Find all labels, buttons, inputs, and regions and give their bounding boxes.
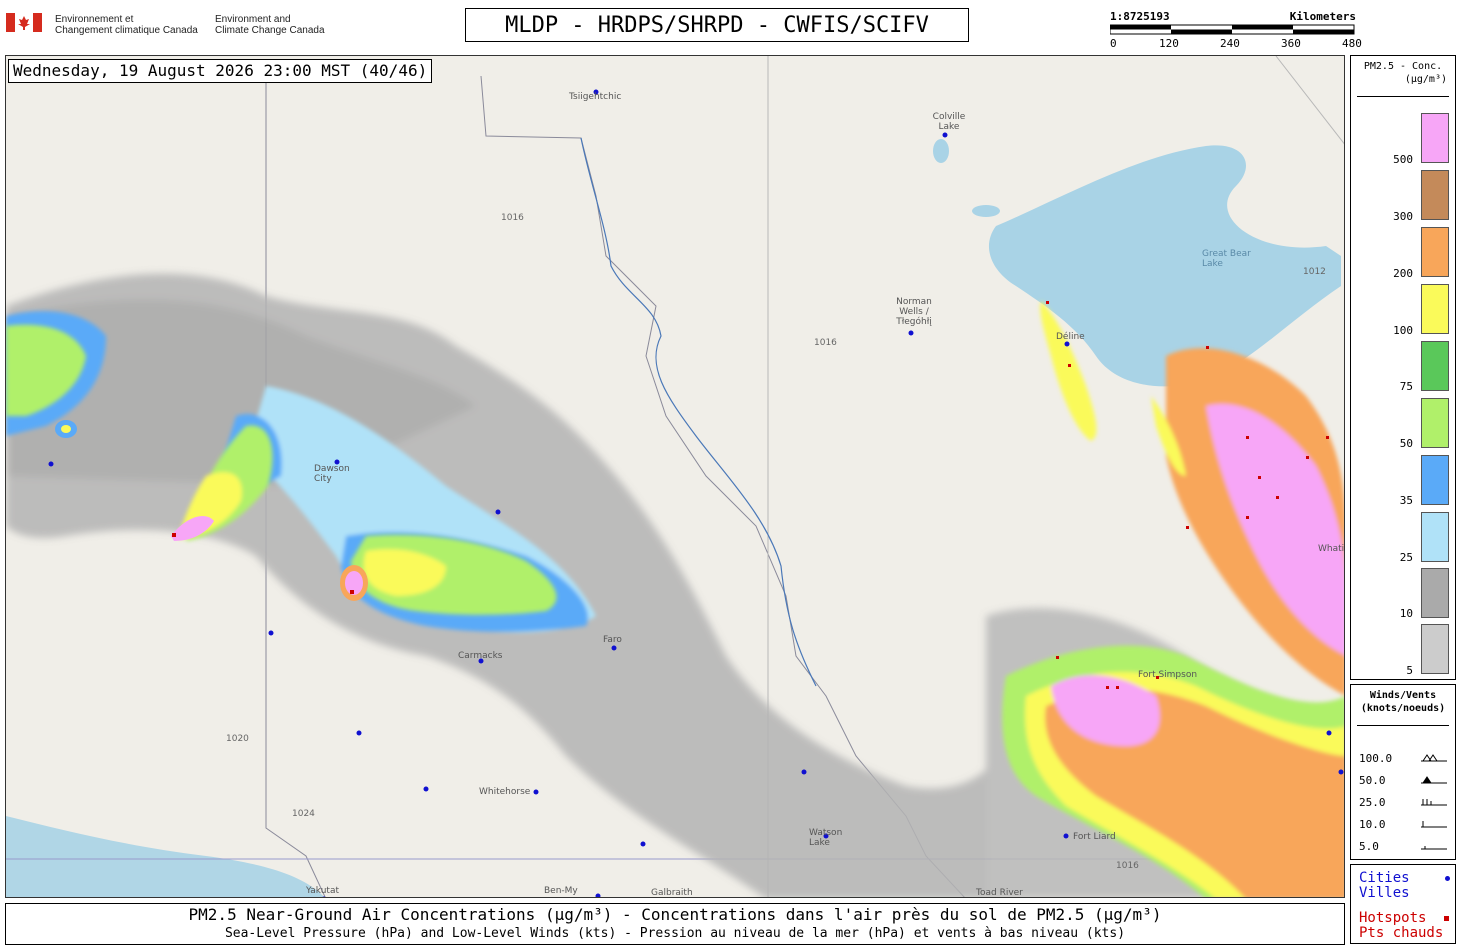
place-label: Déline xyxy=(1056,332,1085,342)
legend-tick: 35 xyxy=(1399,494,1413,507)
page-title: MLDP - HRDPS/SHRPD - CWFIS/SCIFV xyxy=(465,8,969,42)
pm25-legend: PM2.5 - Conc. (µg/m³) 500 300 200 100 75… xyxy=(1350,55,1456,680)
footer-caption: PM2.5 Near-Ground Air Concentrations (µg… xyxy=(5,903,1345,945)
wind-value: 50.0 xyxy=(1359,774,1386,787)
place-label: Watson Lake xyxy=(809,828,843,848)
place-label: Fort Simpson xyxy=(1138,670,1198,680)
caption-line-1: PM2.5 Near-Ground Air Concentrations (µg… xyxy=(188,905,1162,924)
map-canvas[interactable] xyxy=(6,56,1345,898)
isobar-label: 1012 xyxy=(1303,267,1326,277)
legend-swatch-lightgray xyxy=(1421,624,1449,674)
wind-value: 5.0 xyxy=(1359,840,1379,853)
legend-tick: 300 xyxy=(1393,210,1413,223)
isobar-label: 1024 xyxy=(292,809,315,819)
place-label: Toad River xyxy=(976,888,1023,898)
scale-bar-graphic xyxy=(1110,24,1355,35)
scale-tick-0: 0 xyxy=(1110,37,1117,50)
legend-divider xyxy=(1357,96,1449,97)
legend-swatch-brown xyxy=(1421,170,1449,220)
scale-ratio: 1:8725193 xyxy=(1110,10,1170,23)
city-dot-icon xyxy=(1445,876,1450,881)
legend-swatch-lightgreen xyxy=(1421,398,1449,448)
map-key-legend: Cities Villes Hotspots Pts chauds xyxy=(1350,864,1456,944)
isobar-label: 1016 xyxy=(501,213,524,223)
legend-tick: 10 xyxy=(1399,607,1413,620)
place-label: Norman Wells / Tłegóhłį xyxy=(896,297,932,327)
hotspot-square-icon xyxy=(1444,916,1449,921)
legend-tick: 200 xyxy=(1393,267,1413,280)
legend-title: PM2.5 - Conc. (µg/m³) xyxy=(1363,61,1447,85)
place-label: Carmacks xyxy=(458,651,503,661)
isobar-label: 1016 xyxy=(814,338,837,348)
legend-tick: 5 xyxy=(1406,664,1413,677)
wind-value: 100.0 xyxy=(1359,752,1393,765)
wind-value: 10.0 xyxy=(1359,818,1386,831)
org-name-fr: Environnement et Changement climatique Ca… xyxy=(55,14,198,36)
place-label: Great Bear Lake xyxy=(1202,249,1251,269)
scale-tick-2: 240 xyxy=(1220,37,1240,50)
legend-swatch-blue xyxy=(1421,455,1449,505)
legend-swatch-yellow xyxy=(1421,284,1449,334)
org-name-en: Environment and Climate Change Canada xyxy=(215,14,325,36)
legend-swatch-pink xyxy=(1421,113,1449,163)
legend-swatch-gray xyxy=(1421,568,1449,618)
place-label: Dawson City xyxy=(314,464,350,484)
hotspots-label: Hotspots Pts chauds xyxy=(1359,910,1444,941)
header: Environnement et Changement climatique Ca… xyxy=(0,0,1460,52)
place-label: Ben-My xyxy=(544,886,578,896)
legend-swatch-orange xyxy=(1421,227,1449,277)
wind-value: 25.0 xyxy=(1359,796,1386,809)
scale-tick-1: 120 xyxy=(1159,37,1179,50)
place-label: Faro xyxy=(603,635,622,645)
legend-tick: 500 xyxy=(1393,153,1413,166)
map-panel[interactable]: Tsiigehtchic Colville Lake Norman Wells … xyxy=(5,55,1345,898)
scale-tick-4: 480 xyxy=(1342,37,1362,50)
isobar-label: 1016 xyxy=(1116,861,1139,871)
legend-tick: 50 xyxy=(1399,437,1413,450)
place-label: Tsiigehtchic xyxy=(569,92,622,102)
legend-swatch-lightblue xyxy=(1421,512,1449,562)
place-label: Galbraith xyxy=(651,888,693,898)
legend-tick: 100 xyxy=(1393,324,1413,337)
place-label: Colville Lake xyxy=(932,112,966,132)
wind-legend-title: Winds/Vents (knots/noeuds) xyxy=(1360,690,1446,714)
place-label: Whati xyxy=(1318,544,1345,554)
caption-line-2: Sea-Level Pressure (hPa) and Low-Level W… xyxy=(224,926,1126,941)
scale-tick-3: 360 xyxy=(1281,37,1301,50)
legend-tick: 25 xyxy=(1399,551,1413,564)
place-label: Whitehorse xyxy=(479,787,531,797)
cities-label: Cities Villes xyxy=(1359,870,1410,901)
legend-swatch-green xyxy=(1421,341,1449,391)
place-label: Yakutat xyxy=(306,886,339,896)
isobar-label: 1020 xyxy=(226,734,249,744)
scale-unit: Kilometers xyxy=(1289,10,1356,23)
wind-barb-icons xyxy=(1421,754,1447,850)
place-label: Fort Liard xyxy=(1073,832,1116,842)
wind-legend: Winds/Vents (knots/noeuds) 100.0 50.0 25… xyxy=(1350,684,1456,860)
legend-divider xyxy=(1357,725,1449,726)
legend-tick: 75 xyxy=(1399,380,1413,393)
forecast-timestamp: Wednesday, 19 August 2026 23:00 MST (40/… xyxy=(8,59,433,83)
canada-flag-icon xyxy=(6,13,42,32)
scale-bar: 1:8725193 Kilometers 0 120 240 360 480 xyxy=(1108,10,1362,50)
